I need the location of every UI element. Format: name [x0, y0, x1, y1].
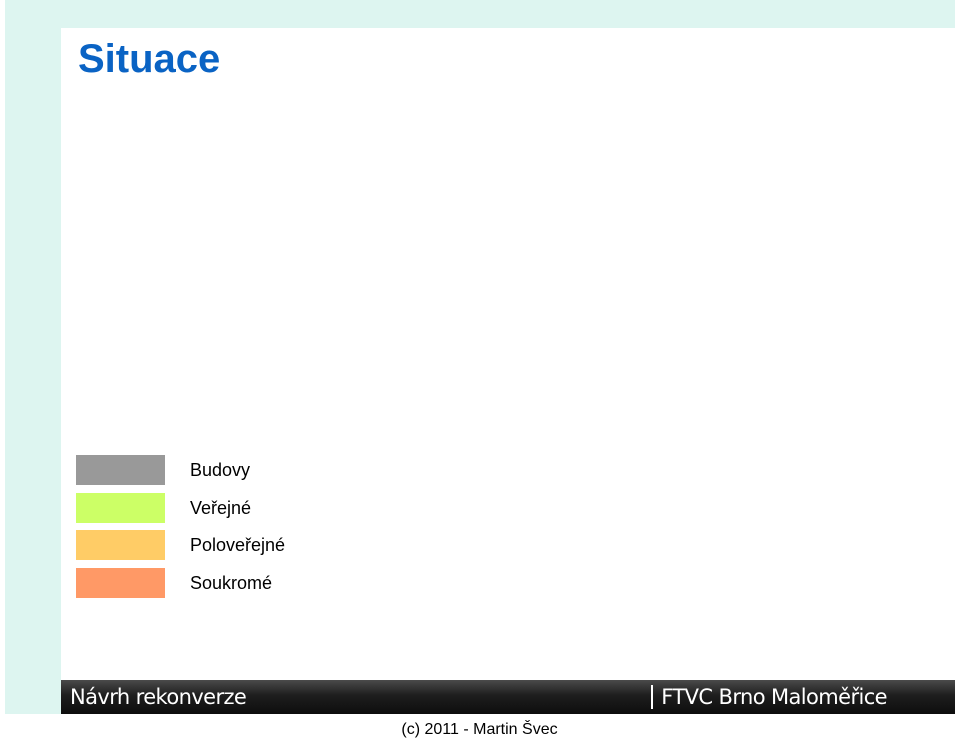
legend-swatch-poloverejne — [76, 530, 165, 560]
slide: Situace Budovy Veřejné Poloveřejné Soukr… — [0, 0, 959, 741]
top-accent-band — [5, 0, 955, 28]
left-accent-band — [5, 0, 61, 714]
footer-bar: Návrh rekonverze FTVC Brno Maloměřice — [61, 680, 955, 714]
legend-label-poloverejne: Poloveřejné — [190, 535, 286, 555]
footer-divider — [651, 685, 654, 709]
legend-swatch-soukrome — [76, 567, 165, 598]
footer-location: FTVC Brno Maloměřice — [651, 685, 888, 709]
footer-location-text: FTVC Brno Maloměřice — [661, 685, 887, 709]
slide-title: Situace — [78, 37, 221, 81]
copyright-notice: (c) 2011 - Martin Švec — [401, 721, 558, 738]
legend-label-verejne: Veřejné — [190, 497, 252, 518]
legend-swatch-verejne — [76, 492, 165, 523]
legend-label-soukrome: Soukromé — [190, 572, 273, 593]
footer-project-title: Návrh rekonverze — [70, 685, 247, 709]
legend-label-budovy: Budovy — [190, 460, 251, 480]
legend-swatch-budovy — [76, 455, 165, 485]
